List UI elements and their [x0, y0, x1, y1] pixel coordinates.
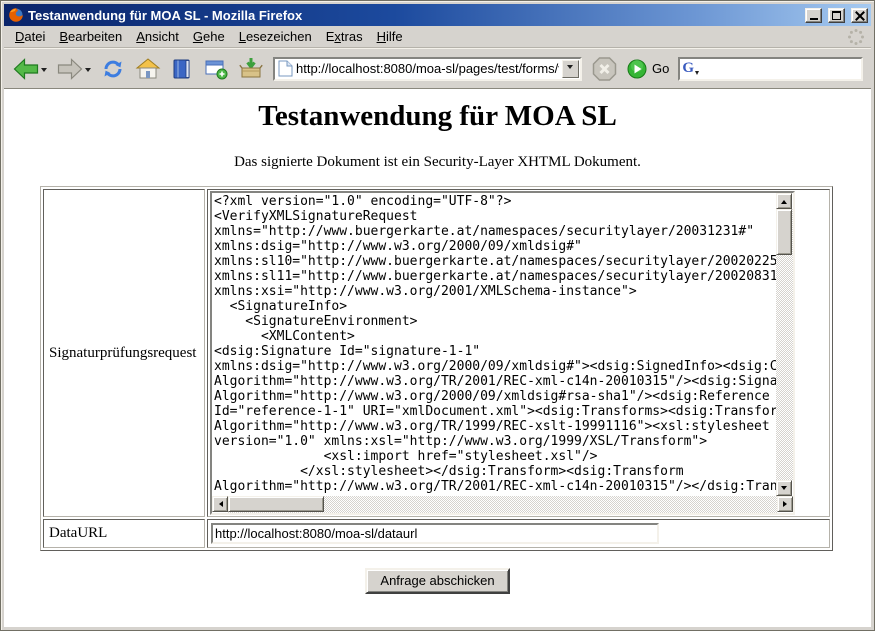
- stop-icon: [591, 56, 618, 82]
- vertical-scroll-thumb[interactable]: [776, 209, 792, 255]
- url-dropdown-button[interactable]: [562, 60, 579, 78]
- stop-button[interactable]: [591, 56, 618, 82]
- navigation-toolbar: Go G: [4, 48, 871, 89]
- home-button[interactable]: [135, 57, 161, 81]
- reload-button[interactable]: [100, 57, 126, 81]
- bookmarks-button[interactable]: [170, 57, 194, 81]
- back-dropdown-icon[interactable]: [41, 68, 47, 75]
- reload-icon: [100, 57, 126, 81]
- back-icon: [12, 57, 40, 81]
- back-button[interactable]: [12, 57, 47, 81]
- scroll-right-icon[interactable]: [777, 496, 793, 512]
- forward-button[interactable]: [56, 57, 91, 81]
- page-title: Testanwendung für MOA SL: [4, 100, 871, 133]
- page-subtitle: Das signierte Dokument ist ein Security-…: [4, 154, 871, 171]
- new-window-button[interactable]: [203, 57, 229, 81]
- menu-gehe[interactable]: Gehe: [186, 27, 232, 46]
- search-engine-dropdown-icon[interactable]: [695, 71, 699, 77]
- menu-bearbeiten[interactable]: Bearbeiten: [52, 27, 129, 46]
- downloads-button[interactable]: [238, 57, 264, 81]
- window-title: Testanwendung für MOA SL - Mozilla Firef…: [28, 8, 799, 23]
- url-input[interactable]: [296, 61, 559, 77]
- maximize-icon[interactable]: [828, 8, 845, 23]
- go-label: Go: [652, 61, 669, 76]
- horizontal-scroll-thumb[interactable]: [228, 496, 324, 512]
- close-icon[interactable]: [851, 8, 868, 23]
- table-row: DataURL: [43, 519, 830, 548]
- search-input[interactable]: [700, 61, 859, 77]
- browser-window: Testanwendung für MOA SL - Mozilla Firef…: [0, 0, 875, 631]
- title-bar: Testanwendung für MOA SL - Mozilla Firef…: [4, 4, 871, 26]
- submit-request-button[interactable]: Anfrage abschicken: [365, 568, 509, 594]
- minimize-icon[interactable]: [805, 8, 822, 23]
- scroll-down-icon[interactable]: [776, 480, 792, 496]
- dataurl-label: DataURL: [43, 519, 205, 548]
- textarea-vertical-scrollbar[interactable]: [776, 193, 793, 496]
- menu-ansicht[interactable]: Ansicht: [129, 27, 186, 46]
- page-content: Testanwendung für MOA SL Das signierte D…: [4, 89, 871, 627]
- menu-hilfe[interactable]: Hilfe: [370, 27, 410, 46]
- go-icon: [627, 59, 647, 79]
- table-row: Signaturprüfungsrequest <?xml version="1…: [43, 189, 830, 517]
- google-logo-icon: G: [682, 61, 694, 76]
- home-icon: [135, 57, 161, 81]
- url-bar[interactable]: [273, 57, 582, 81]
- scroll-left-icon[interactable]: [212, 496, 228, 512]
- menu-bar: Datei Bearbeiten Ansicht Gehe Lesezeiche…: [4, 26, 871, 48]
- page-icon: [278, 60, 293, 77]
- bookmarks-icon: [170, 57, 194, 81]
- scroll-up-icon[interactable]: [776, 193, 792, 209]
- forward-icon: [56, 57, 84, 81]
- search-bar[interactable]: G: [678, 57, 863, 81]
- verify-form-table: Signaturprüfungsrequest <?xml version="1…: [40, 186, 833, 551]
- textarea-horizontal-scrollbar[interactable]: [212, 496, 793, 513]
- request-label: Signaturprüfungsrequest: [43, 189, 205, 517]
- forward-dropdown-icon[interactable]: [85, 68, 91, 75]
- go-button[interactable]: Go: [627, 59, 669, 79]
- downloads-icon: [238, 57, 264, 81]
- signature-request-textarea[interactable]: <?xml version="1.0" encoding="UTF-8"?> <…: [210, 191, 795, 515]
- menu-datei[interactable]: Datei: [8, 27, 52, 46]
- new-window-icon: [203, 57, 229, 81]
- menu-extras[interactable]: Extras: [319, 27, 370, 46]
- dataurl-input[interactable]: [211, 523, 659, 544]
- firefox-icon: [8, 7, 24, 23]
- menu-lesezeichen[interactable]: Lesezeichen: [232, 27, 319, 46]
- throbber-icon: [847, 28, 865, 51]
- signature-request-xml[interactable]: <?xml version="1.0" encoding="UTF-8"?> <…: [212, 193, 776, 496]
